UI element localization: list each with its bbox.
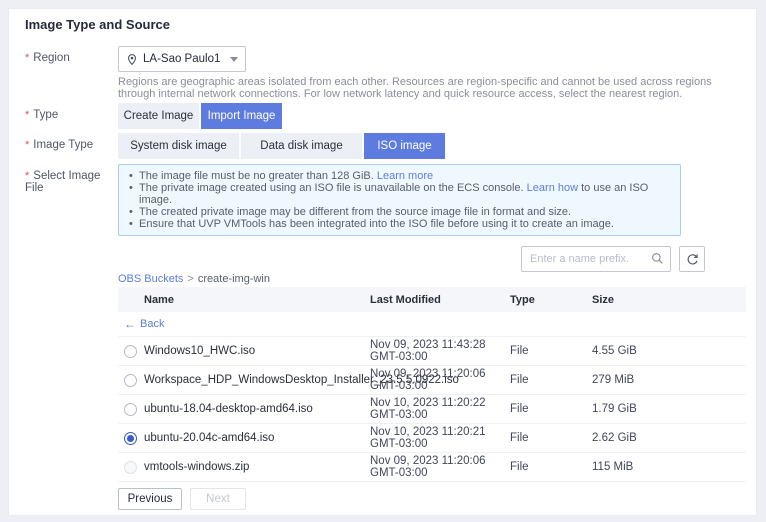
- pagination: Previous Next: [118, 488, 746, 510]
- header-type: Type: [510, 294, 592, 306]
- region-description: Regions are geographic areas isolated fr…: [118, 76, 743, 100]
- location-pin-icon: [126, 53, 138, 66]
- file-size: 115 MiB: [592, 461, 746, 473]
- chevron-down-icon: [230, 57, 238, 62]
- type-label: *Type: [25, 103, 118, 121]
- import-image-button[interactable]: Import Image: [201, 103, 282, 129]
- table-row[interactable]: ubuntu-18.04-desktop-amd64.iso Nov 10, 2…: [118, 395, 746, 424]
- header-last-modified: Last Modified: [370, 294, 510, 306]
- create-image-button[interactable]: Create Image: [118, 103, 199, 129]
- breadcrumb: OBS Buckets>create-img-win: [118, 273, 746, 286]
- header-size: Size: [592, 294, 746, 306]
- learn-more-link[interactable]: Learn more: [377, 170, 433, 182]
- name-prefix-search-input[interactable]: [521, 246, 671, 272]
- table-row[interactable]: Workspace_HDP_WindowsDesktop_Installer_2…: [118, 366, 746, 395]
- select-image-file-label: *Select Image File: [25, 164, 118, 194]
- refresh-icon: [686, 253, 699, 266]
- form-row-type: *Type Create Image Import Image: [25, 103, 744, 129]
- breadcrumb-current-bucket: create-img-win: [198, 273, 270, 285]
- system-disk-image-button[interactable]: System disk image: [118, 133, 239, 159]
- image-type-button-group: System disk image Data disk image ISO im…: [118, 133, 744, 159]
- radio-button[interactable]: [124, 403, 137, 416]
- form-row-select-image-file: *Select Image File The image file must b…: [25, 164, 744, 516]
- region-label: *Region: [25, 46, 118, 64]
- iso-notes-box: The image file must be no greater than 1…: [118, 164, 681, 236]
- file-modified: Nov 09, 2023 11:20:06 GMT-03:00: [370, 368, 510, 392]
- note-item: The private image created using an ISO f…: [125, 182, 670, 206]
- type-button-group: Create Image Import Image: [118, 103, 744, 129]
- file-type: File: [510, 461, 592, 473]
- required-asterisk: *: [25, 139, 29, 151]
- file-size: 2.62 GiB: [592, 432, 746, 444]
- file-name: ubuntu-18.04-desktop-amd64.iso: [144, 403, 370, 415]
- required-asterisk: *: [25, 52, 29, 64]
- note-item: The created private image may be differe…: [125, 206, 670, 218]
- form-row-region: *Region LA-Sao Paulo1 Regions are geogra…: [25, 46, 744, 100]
- region-value: LA-Sao Paulo1: [143, 53, 226, 65]
- radio-button-checked[interactable]: [124, 432, 137, 445]
- header-name: Name: [144, 294, 370, 306]
- previous-button[interactable]: Previous: [118, 488, 182, 510]
- form-row-image-type: *Image Type System disk image Data disk …: [25, 133, 744, 159]
- file-size: 4.55 GiB: [592, 345, 746, 357]
- table-row-selected[interactable]: ubuntu-20.04c-amd64.iso Nov 10, 2023 11:…: [118, 424, 746, 453]
- refresh-button[interactable]: [679, 246, 705, 272]
- breadcrumb-obs-buckets-link[interactable]: OBS Buckets: [118, 273, 183, 285]
- file-modified: Nov 09, 2023 11:20:06 GMT-03:00: [370, 455, 510, 479]
- page-title: Image Type and Source: [25, 17, 744, 33]
- back-arrow-icon: ←: [124, 318, 136, 330]
- file-modified: Nov 09, 2023 11:43:28 GMT-03:00: [370, 339, 510, 363]
- file-type: File: [510, 345, 592, 357]
- search-icon[interactable]: [651, 252, 664, 270]
- note-item: The image file must be no greater than 1…: [125, 170, 670, 182]
- required-asterisk: *: [25, 170, 29, 182]
- image-type-label: *Image Type: [25, 133, 118, 151]
- learn-how-link[interactable]: Learn how: [527, 182, 578, 194]
- back-link[interactable]: ← Back: [118, 312, 746, 337]
- file-name: vmtools-windows.zip: [144, 461, 370, 473]
- table-header-row: Name Last Modified Type Size: [118, 287, 746, 312]
- file-size: 279 MiB: [592, 374, 746, 386]
- search-toolbar: [118, 246, 705, 272]
- file-name: Windows10_HWC.iso: [144, 345, 370, 357]
- table-row[interactable]: Windows10_HWC.iso Nov 09, 2023 11:43:28 …: [118, 337, 746, 366]
- file-type: File: [510, 432, 592, 444]
- file-name: ubuntu-20.04c-amd64.iso: [144, 432, 370, 444]
- image-type-and-source-card: Image Type and Source *Region LA-Sao Pau…: [8, 8, 757, 516]
- file-modified: Nov 10, 2023 11:20:21 GMT-03:00: [370, 426, 510, 450]
- data-disk-image-button[interactable]: Data disk image: [241, 133, 362, 159]
- note-item: Ensure that UVP VMTools has been integra…: [125, 218, 670, 230]
- next-button-disabled[interactable]: Next: [190, 488, 246, 510]
- required-asterisk: *: [25, 109, 29, 121]
- file-type: File: [510, 403, 592, 415]
- file-size: 1.79 GiB: [592, 403, 746, 415]
- file-type: File: [510, 374, 592, 386]
- radio-button-disabled: [124, 461, 137, 474]
- radio-button[interactable]: [124, 374, 137, 387]
- file-modified: Nov 10, 2023 11:20:22 GMT-03:00: [370, 397, 510, 421]
- region-select[interactable]: LA-Sao Paulo1: [118, 46, 246, 72]
- file-table: Name Last Modified Type Size ← Back Wind…: [118, 287, 746, 482]
- file-name: Workspace_HDP_WindowsDesktop_Installer_2…: [144, 374, 370, 386]
- iso-image-button[interactable]: ISO image: [364, 133, 445, 159]
- table-row-disabled[interactable]: vmtools-windows.zip Nov 09, 2023 11:20:0…: [118, 453, 746, 482]
- radio-button[interactable]: [124, 345, 137, 358]
